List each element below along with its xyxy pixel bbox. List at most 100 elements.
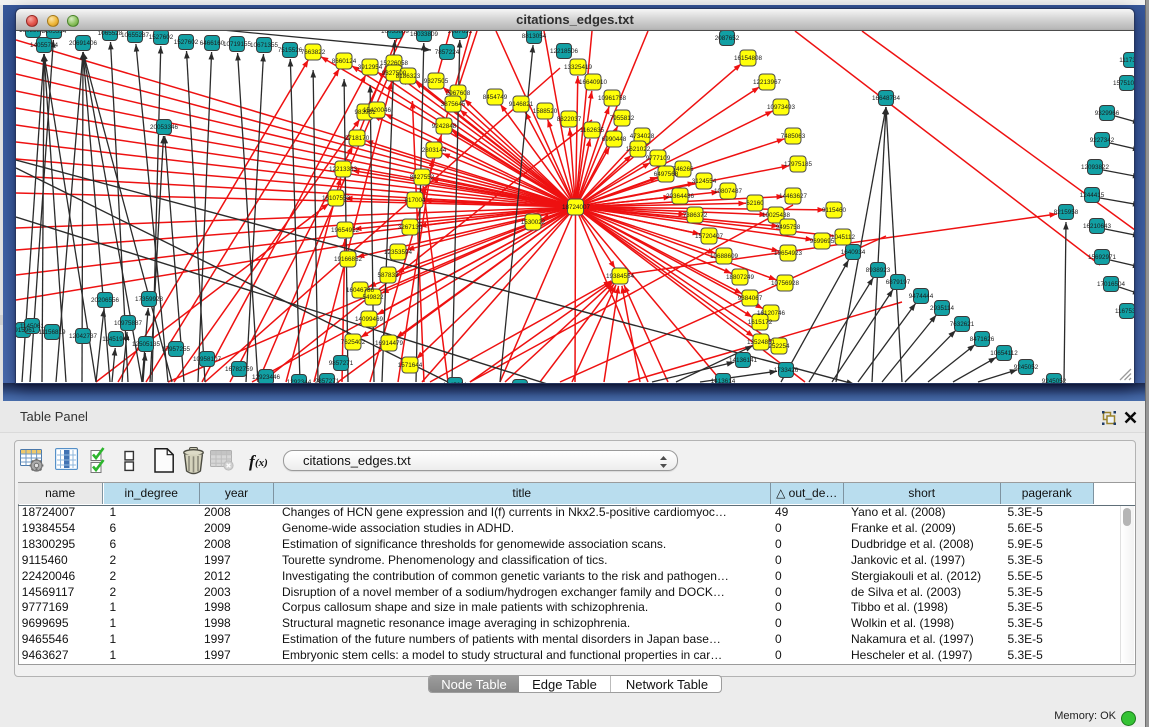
svg-text:8938923: 8938923 — [866, 267, 891, 274]
svg-text:1413614: 1413614 — [711, 378, 736, 383]
svg-text:11156819: 11156819 — [38, 329, 66, 336]
svg-text:8813054: 8813054 — [522, 33, 547, 40]
svg-text:817004: 817004 — [404, 197, 426, 204]
svg-text:15226058: 15226058 — [380, 60, 409, 67]
svg-text:15692971: 15692971 — [1088, 254, 1117, 261]
svg-text:8186323: 8186323 — [396, 73, 421, 80]
svg-text:1530022: 1530022 — [521, 219, 546, 226]
svg-text:10807487: 10807487 — [714, 188, 743, 195]
svg-text:9495758: 9495758 — [776, 224, 801, 231]
svg-text:9115460: 9115460 — [822, 207, 847, 214]
svg-text:7857224: 7857224 — [435, 49, 460, 56]
svg-text:17957255: 17957255 — [162, 346, 191, 353]
svg-text:14055724: 14055724 — [30, 42, 59, 49]
svg-text:2087652: 2087652 — [715, 35, 740, 42]
svg-text:16154808: 16154808 — [734, 55, 763, 62]
svg-text:(x): (x) — [255, 457, 268, 469]
svg-text:7632621: 7632621 — [950, 321, 975, 328]
svg-text:1640934: 1640934 — [841, 249, 866, 256]
svg-text:7485063: 7485063 — [781, 133, 806, 140]
svg-text:6466160: 6466160 — [200, 40, 225, 47]
svg-text:16210643: 16210643 — [1083, 223, 1112, 230]
svg-text:10958107: 10958107 — [193, 356, 222, 363]
svg-text:252254: 252254 — [768, 343, 790, 350]
svg-text:15751074: 15751074 — [1113, 80, 1134, 87]
svg-text:12505135: 12505135 — [132, 341, 161, 348]
svg-text:16782759: 16782759 — [225, 366, 254, 373]
svg-text:9146821: 9146821 — [509, 101, 534, 108]
svg-text:9245052: 9245052 — [1042, 378, 1067, 383]
svg-text:15720407: 15720407 — [695, 233, 724, 240]
svg-text:16033809: 16033809 — [381, 31, 410, 35]
svg-text:4734028: 4734028 — [630, 133, 655, 140]
svg-text:20691406: 20691406 — [69, 40, 98, 47]
svg-text:9474444: 9474444 — [909, 293, 934, 300]
svg-text:18724007: 18724007 — [562, 204, 591, 211]
svg-text:10756928: 10756928 — [771, 280, 800, 287]
svg-text:7663822: 7663822 — [301, 49, 326, 56]
svg-text:10671355: 10671355 — [250, 42, 279, 49]
svg-text:8660124: 8660124 — [332, 58, 357, 65]
svg-text:1527602: 1527602 — [174, 39, 199, 46]
svg-text:20364436: 20364436 — [666, 193, 695, 200]
svg-text:1571644: 1571644 — [398, 362, 423, 369]
svg-text:16033809: 16033809 — [410, 31, 439, 38]
svg-text:14099469: 14099469 — [355, 316, 384, 323]
svg-text:3267130: 3267130 — [398, 224, 423, 231]
svg-text:3124554: 3124554 — [692, 178, 717, 185]
svg-text:10654112: 10654112 — [990, 350, 1018, 357]
svg-text:14136141: 14136141 — [729, 357, 758, 364]
svg-text:6879197: 6879197 — [886, 279, 911, 286]
svg-text:7515526: 7515526 — [278, 47, 303, 54]
svg-text:17975185: 17975185 — [784, 161, 813, 168]
svg-text:1045112: 1045112 — [831, 234, 856, 241]
svg-text:1244415: 1244415 — [1080, 192, 1105, 199]
svg-text:16046786: 16046786 — [346, 287, 375, 294]
svg-text:15420046: 15420046 — [363, 107, 392, 114]
svg-text:9857271: 9857271 — [329, 360, 354, 367]
svg-text:1615172: 1615172 — [748, 319, 773, 326]
svg-text:9327505: 9327505 — [424, 78, 449, 85]
svg-text:13325419: 13325419 — [564, 64, 593, 71]
svg-text:8215958: 8215958 — [1054, 209, 1079, 216]
svg-text:12213383: 12213383 — [329, 166, 358, 173]
svg-text:2718170: 2718170 — [345, 135, 370, 142]
svg-text:8322037: 8322037 — [557, 116, 582, 123]
svg-text:20053346: 20053346 — [150, 124, 179, 131]
svg-text:12923446: 12923446 — [252, 374, 281, 381]
svg-text:2087652: 2087652 — [448, 31, 473, 35]
svg-text:10688609: 10688609 — [710, 253, 739, 260]
svg-text:12218506: 12218506 — [550, 48, 579, 55]
svg-text:9329966: 9329966 — [1095, 110, 1120, 117]
svg-text:1162635: 1162635 — [580, 127, 605, 134]
svg-text:1588520: 1588520 — [533, 108, 558, 115]
svg-text:9384067: 9384067 — [738, 295, 763, 302]
svg-text:9857271: 9857271 — [315, 378, 340, 383]
svg-text:10719155: 10719155 — [223, 41, 252, 48]
svg-text:16648784: 16648784 — [872, 95, 901, 102]
svg-text:10025438: 10025438 — [762, 212, 791, 219]
svg-text:16107553: 16107553 — [322, 195, 351, 202]
svg-text:11451944: 11451944 — [102, 336, 130, 343]
svg-text:16120746: 16120746 — [757, 310, 786, 317]
svg-text:6990448: 6990448 — [602, 136, 627, 143]
svg-text:1117304: 1117304 — [1119, 57, 1134, 64]
svg-text:9245052: 9245052 — [1014, 364, 1039, 371]
svg-text:16640910: 16640910 — [579, 79, 608, 86]
svg-text:9242848: 9242848 — [432, 123, 457, 130]
svg-text:18807249: 18807249 — [726, 274, 755, 281]
svg-text:1167533: 1167533 — [1115, 308, 1134, 315]
svg-text:17359928: 17359928 — [135, 296, 164, 303]
svg-text:1292344: 1292344 — [287, 379, 312, 383]
svg-text:10655287: 10655287 — [121, 32, 150, 39]
svg-text:19654952: 19654952 — [331, 227, 360, 234]
svg-text:2803144: 2803144 — [422, 147, 447, 154]
svg-text:10973493: 10973493 — [767, 104, 796, 111]
svg-text:7955812: 7955812 — [610, 115, 635, 122]
svg-text:3875645: 3875645 — [441, 101, 466, 108]
svg-text:1045061: 1045061 — [443, 382, 468, 383]
svg-text:16914479: 16914479 — [375, 340, 404, 347]
svg-text:746266: 746266 — [672, 166, 694, 173]
svg-text:587832: 587832 — [377, 272, 399, 279]
svg-text:1621022: 1621022 — [626, 146, 651, 153]
